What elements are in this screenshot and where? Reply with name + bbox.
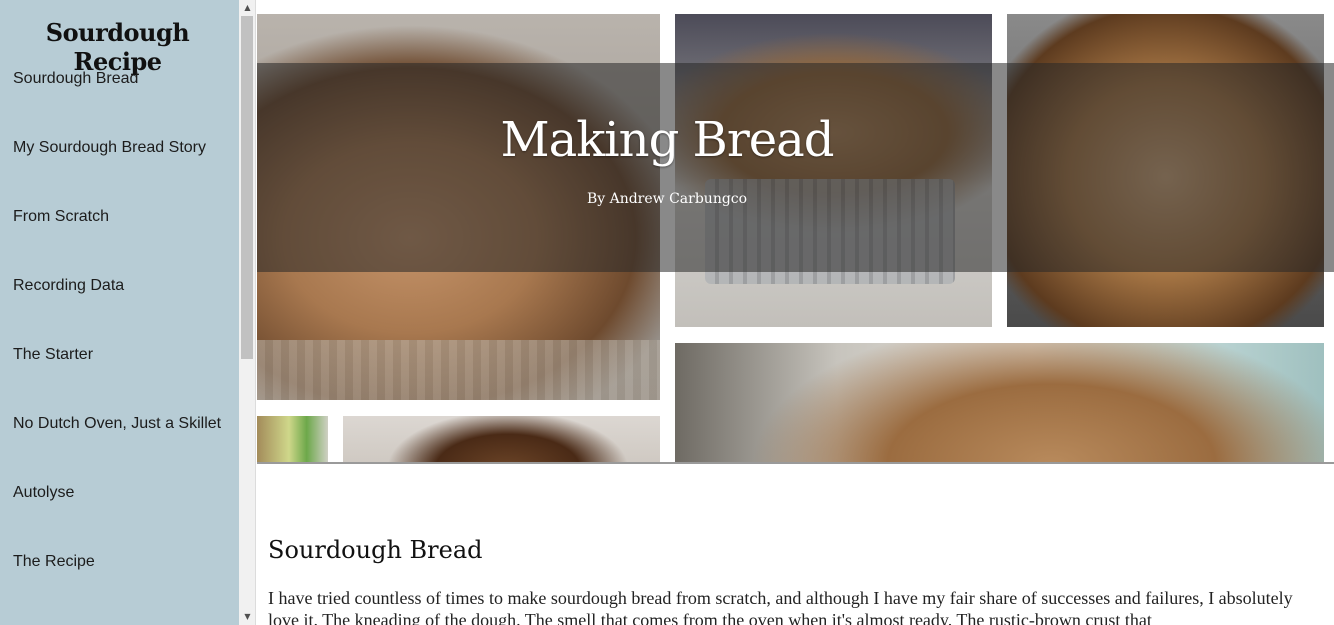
main-content: Making Bread By Andrew Carbungco Sourdou…: [257, 0, 1334, 625]
scroll-thumb[interactable]: [241, 16, 253, 359]
nav-item-recording-data[interactable]: Recording Data: [13, 277, 124, 295]
sidebar: Sourdough Recipe Sourdough Bread My Sour…: [0, 0, 239, 625]
nav-item-from-scratch[interactable]: From Scratch: [13, 208, 109, 226]
sidebar-title: Sourdough Recipe: [45, 18, 190, 76]
nav-item-the-starter[interactable]: The Starter: [13, 346, 93, 364]
scroll-down-arrow-icon[interactable]: ▼: [239, 610, 256, 624]
hero-byline: By Andrew Carbungco: [586, 191, 748, 207]
hero-title: Making Bread: [500, 112, 834, 168]
hero-collage: Making Bread By Andrew Carbungco: [257, 0, 1334, 464]
scroll-up-arrow-icon[interactable]: ▲: [239, 1, 256, 15]
bread-photo-kitchen: [257, 416, 328, 462]
nav-item-autolyse[interactable]: Autolyse: [13, 484, 74, 502]
bread-photo-loaf-on-cloth: [675, 343, 1324, 462]
nav-item-the-recipe[interactable]: The Recipe: [13, 553, 95, 571]
nav-item-my-sourdough-bread-story[interactable]: My Sourdough Bread Story: [13, 139, 206, 157]
section-title: Sourdough Bread: [268, 536, 483, 564]
section-paragraph: I have tried countless of times to make …: [268, 588, 1293, 625]
sidebar-scrollbar[interactable]: ▲ ▼: [239, 0, 256, 625]
bread-photo-scored-loaf: [343, 416, 660, 462]
nav-item-sourdough-bread[interactable]: Sourdough Bread: [13, 70, 138, 88]
nav-item-no-dutch-oven[interactable]: No Dutch Oven, Just a Skillet: [13, 415, 221, 433]
